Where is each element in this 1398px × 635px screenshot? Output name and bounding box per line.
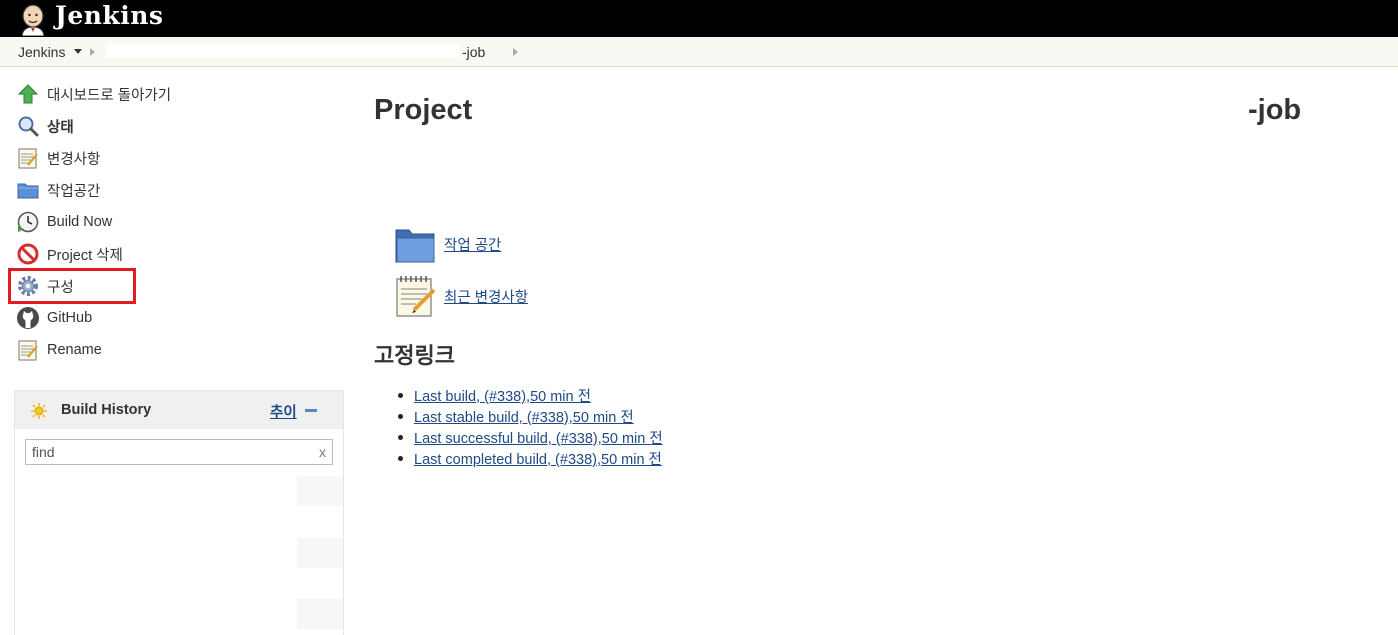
- recent-changes-link-label[interactable]: 최근 변경사항: [444, 286, 528, 307]
- list-item: Last successful build, (#338),50 min 전: [398, 427, 663, 448]
- notepad-icon: [18, 340, 38, 361]
- sidebar-item-delete-project[interactable]: Project 삭제: [16, 242, 123, 266]
- sidebar-item-label: 작업공간: [47, 183, 101, 200]
- top-header: Jenkins: [0, 0, 1398, 37]
- redacted-area: [106, 44, 460, 58]
- notepad-icon: [18, 148, 38, 169]
- highlight-box: [8, 268, 136, 304]
- build-history-title: Build History: [61, 402, 152, 418]
- permalink-last-build[interactable]: Last build, (#338),50 min 전: [414, 389, 591, 405]
- permalink-last-completed-build[interactable]: Last completed build, (#338),50 min 전: [414, 452, 662, 468]
- breadcrumb-job[interactable]: -job: [462, 44, 485, 60]
- sun-icon: [31, 403, 47, 419]
- sidebar-item-label: GitHub: [47, 310, 93, 326]
- redacted-area: [478, 96, 1248, 132]
- permalink-last-stable-build[interactable]: Last stable build, (#338),50 min 전: [414, 410, 634, 426]
- page-title-suffix: -job: [1248, 94, 1302, 126]
- build-clock-icon: [17, 211, 39, 233]
- list-item: [297, 476, 343, 506]
- search-icon: [18, 116, 39, 137]
- permalink-last-successful-build[interactable]: Last successful build, (#338),50 min 전: [414, 431, 663, 447]
- list-item: Last stable build, (#338),50 min 전: [398, 406, 663, 427]
- list-item: [297, 538, 343, 568]
- chevron-right-icon: [90, 48, 95, 56]
- sidebar-item-label: 상태: [47, 119, 74, 136]
- folder-icon: [17, 183, 39, 199]
- sidebar-item-rename[interactable]: Rename: [16, 338, 102, 362]
- workspace-link[interactable]: 작업 공간: [394, 224, 501, 264]
- sidebar-item-label: 대시보드로 돌아가기: [47, 87, 172, 104]
- breadcrumb-jenkins[interactable]: Jenkins: [18, 44, 65, 60]
- sidebar-item-label: 변경사항: [47, 151, 101, 168]
- sidebar-item-label: Rename: [47, 342, 102, 358]
- list-item: Last completed build, (#338),50 min 전: [398, 448, 663, 469]
- workspace-link-label[interactable]: 작업 공간: [444, 234, 501, 255]
- sidebar-item-back-to-dashboard[interactable]: 대시보드로 돌아가기: [16, 82, 171, 106]
- sidebar-item-workspace[interactable]: 작업공간: [16, 178, 100, 202]
- list-item: Last build, (#338),50 min 전: [398, 385, 663, 406]
- build-history-header: Build History 추이: [15, 391, 343, 429]
- list-item: [297, 599, 343, 629]
- jenkins-logo-icon[interactable]: [16, 2, 50, 36]
- chevron-down-icon[interactable]: [74, 49, 82, 54]
- permalinks-list: Last build, (#338),50 min 전 Last stable …: [398, 385, 663, 469]
- sidebar-item-build-now[interactable]: Build Now: [16, 210, 112, 234]
- recent-changes-link[interactable]: 최근 변경사항: [394, 274, 528, 318]
- build-search-input[interactable]: [25, 439, 333, 465]
- no-entry-icon: [17, 243, 39, 265]
- trend-icon[interactable]: [305, 409, 317, 412]
- sidebar-item-label: Project 삭제: [47, 247, 123, 264]
- notepad-icon: [396, 276, 436, 317]
- folder-icon: [395, 229, 435, 263]
- sidebar-item-status[interactable]: 상태: [16, 114, 74, 138]
- sidebar-item-label: Build Now: [47, 214, 113, 230]
- trend-link[interactable]: 추이: [270, 401, 297, 422]
- sidebar-item-github[interactable]: GitHub: [16, 306, 92, 330]
- up-arrow-icon: [17, 84, 39, 104]
- build-history-panel: Build History 추이 x: [14, 390, 344, 635]
- github-icon: [17, 307, 39, 329]
- brand-title[interactable]: Jenkins: [55, 1, 163, 30]
- chevron-right-icon: [513, 48, 518, 56]
- sidebar-item-changes[interactable]: 변경사항: [16, 146, 100, 170]
- page-title: Project: [374, 94, 473, 126]
- clear-search-button[interactable]: x: [319, 444, 326, 460]
- permalinks-title: 고정링크: [374, 343, 455, 368]
